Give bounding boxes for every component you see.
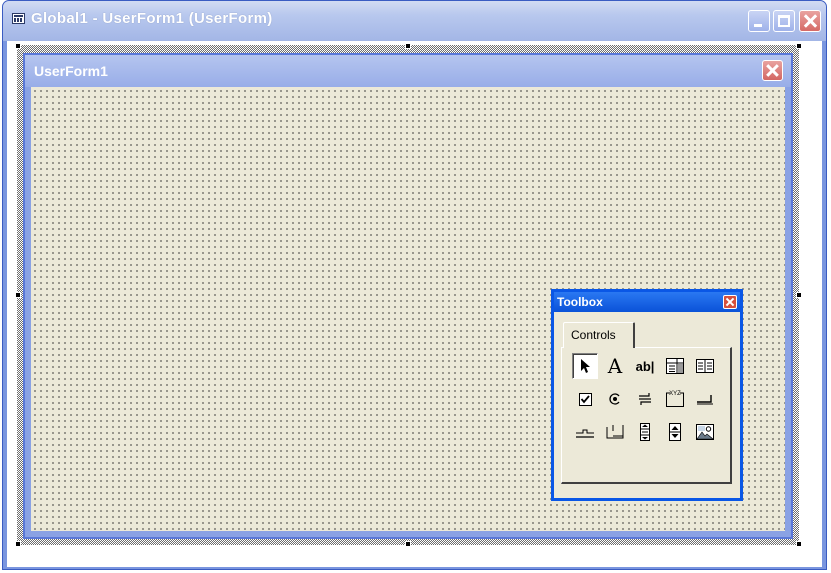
tabstrip-icon bbox=[576, 429, 594, 438]
resize-handle-right[interactable] bbox=[796, 292, 802, 298]
resize-handle-top-right bbox=[796, 43, 802, 49]
tab-controls-label: Controls bbox=[571, 328, 616, 342]
textbox-icon: ab| bbox=[635, 358, 655, 374]
userform-title: UserForm1 bbox=[34, 63, 108, 79]
frame-tool[interactable]: XYZ bbox=[662, 386, 688, 412]
spin-button-icon bbox=[669, 423, 681, 441]
toolbox-window: Toolbox Controls A ab| XYZ bbox=[551, 289, 743, 501]
combobox-tool[interactable] bbox=[662, 353, 688, 379]
tab-controls[interactable]: Controls bbox=[563, 322, 635, 348]
label-tool[interactable]: A bbox=[602, 353, 628, 379]
command-button-icon bbox=[697, 395, 713, 405]
resize-handle-left bbox=[15, 292, 21, 298]
controls-page: A ab| XYZ bbox=[561, 347, 732, 484]
toolbox-close-button[interactable] bbox=[723, 295, 737, 309]
image-icon bbox=[696, 424, 714, 440]
resize-handle-bottom-left bbox=[15, 541, 21, 547]
resize-handle-top bbox=[405, 43, 411, 49]
toggle-button-icon bbox=[639, 393, 651, 405]
scrollbar-tool[interactable] bbox=[632, 419, 658, 445]
checkbox-tool[interactable] bbox=[572, 386, 598, 412]
tabstrip-tool[interactable] bbox=[572, 419, 598, 445]
toolbox-title-bar[interactable]: Toolbox bbox=[554, 292, 740, 312]
option-button-icon bbox=[609, 393, 620, 405]
togglebutton-tool[interactable] bbox=[632, 386, 658, 412]
label-a-icon: A bbox=[607, 354, 623, 378]
window-title: Global1 - UserForm1 (UserForm) bbox=[31, 10, 273, 27]
resize-handle-top-left bbox=[15, 43, 21, 49]
tool-grid: A ab| XYZ bbox=[572, 353, 727, 473]
toolbox-title: Toolbox bbox=[557, 295, 603, 309]
textbox-tool[interactable]: ab| bbox=[632, 353, 658, 379]
userform-title-bar[interactable]: UserForm1 bbox=[25, 55, 791, 87]
userform-close-button[interactable] bbox=[762, 60, 783, 81]
combobox-icon bbox=[666, 358, 684, 374]
maximize-button[interactable] bbox=[773, 10, 795, 32]
frame-icon: XYZ bbox=[666, 391, 684, 407]
scrollbar-icon bbox=[640, 423, 650, 441]
multipage-tool[interactable] bbox=[602, 419, 628, 445]
resize-handle-bottom-right[interactable] bbox=[796, 541, 802, 547]
commandbutton-tool[interactable] bbox=[692, 386, 718, 412]
multipage-icon bbox=[606, 425, 624, 439]
image-tool[interactable] bbox=[692, 419, 718, 445]
select-objects-tool[interactable] bbox=[572, 353, 598, 379]
svg-text:XYZ: XYZ bbox=[669, 391, 681, 397]
pointer-icon bbox=[581, 359, 590, 373]
listbox-tool[interactable] bbox=[692, 353, 718, 379]
minimize-button[interactable] bbox=[748, 10, 770, 32]
form-window-icon[interactable] bbox=[12, 13, 25, 24]
optionbutton-tool[interactable] bbox=[602, 386, 628, 412]
checkbox-icon bbox=[578, 392, 592, 406]
spinbutton-tool[interactable] bbox=[662, 419, 688, 445]
listbox-icon bbox=[696, 359, 714, 373]
window-title-bar[interactable]: Global1 - UserForm1 (UserForm) bbox=[3, 1, 826, 41]
resize-handle-bottom[interactable] bbox=[405, 541, 411, 547]
close-button[interactable] bbox=[799, 10, 821, 32]
